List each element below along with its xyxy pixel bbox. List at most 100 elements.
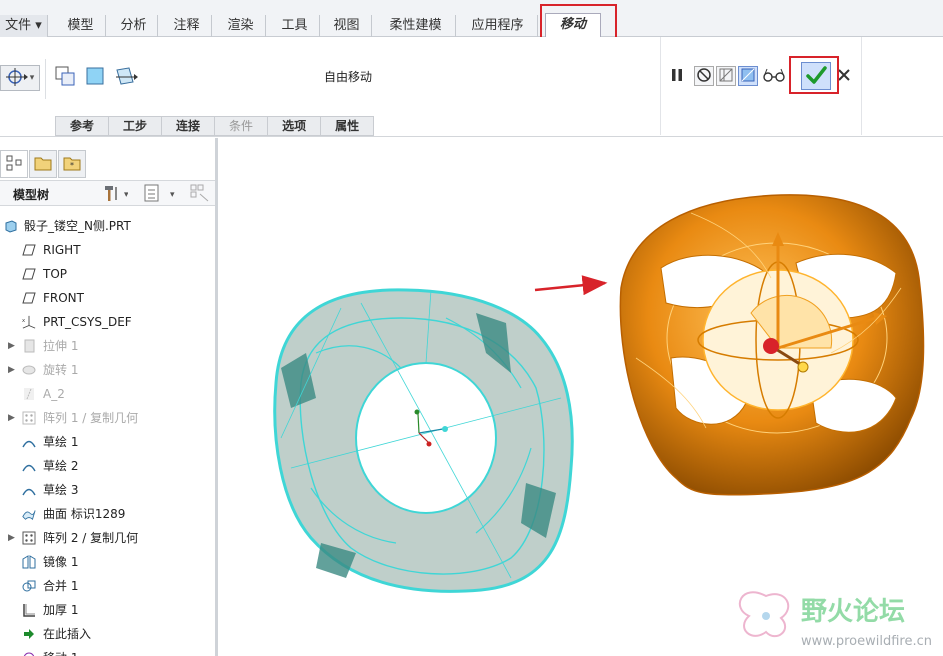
sketch-icon bbox=[22, 435, 36, 449]
verify-mode-button[interactable] bbox=[762, 66, 786, 86]
tab-model[interactable]: 模型 bbox=[56, 15, 106, 37]
tree-node-surface[interactable]: 曲面 标识1289 bbox=[0, 502, 215, 526]
tab-file[interactable]: 文件 ▾ bbox=[0, 15, 48, 37]
highlight-box-confirm bbox=[789, 56, 839, 94]
expand-arrow-icon[interactable]: ▶ bbox=[8, 526, 15, 550]
tree-icon bbox=[6, 155, 22, 174]
tab-annotate[interactable]: 注释 bbox=[162, 15, 212, 37]
favorites-folder-icon: * bbox=[63, 155, 81, 174]
watermark-url: www.proewildfire.cn bbox=[801, 634, 932, 649]
preview-button[interactable] bbox=[716, 66, 736, 86]
tree-node-right[interactable]: RIGHT bbox=[0, 238, 215, 262]
moved-body-orange[interactable] bbox=[619, 194, 925, 496]
tab-folder-browser[interactable] bbox=[29, 150, 57, 178]
tab-tools[interactable]: 工具 bbox=[270, 15, 320, 37]
subtab-steps[interactable]: 工步 bbox=[109, 116, 163, 136]
tab-favorites[interactable]: * bbox=[58, 150, 86, 178]
geometry-preview-button[interactable] bbox=[738, 66, 758, 86]
expand-arrow-icon[interactable]: ▶ bbox=[8, 406, 15, 430]
subtab-properties[interactable]: 属性 bbox=[321, 116, 375, 136]
hide-original-button[interactable] bbox=[113, 65, 139, 89]
tree-node-csys[interactable]: x PRT_CSYS_DEF bbox=[0, 310, 215, 334]
tab-flexible-modeling[interactable]: 柔性建模 bbox=[376, 15, 456, 37]
tree-node-part[interactable]: 骰子_镂空_N侧.PRT bbox=[0, 214, 215, 238]
dashboard-subtabs: 参考 工步 连接 条件 选项 属性 bbox=[55, 116, 375, 136]
move-type-dropdown[interactable]: ▾ bbox=[0, 65, 40, 91]
tree-settings-button[interactable]: ▾ bbox=[143, 184, 177, 205]
filter-grid-icon bbox=[190, 184, 210, 205]
tree-node-pattern-2[interactable]: ▶ 阵列 2 / 复制几何 bbox=[0, 526, 215, 550]
datum-plane-icon bbox=[22, 291, 36, 305]
surface-square-icon bbox=[84, 65, 106, 90]
part-icon bbox=[4, 219, 18, 233]
no-symbol-icon bbox=[696, 67, 712, 86]
datum-plane-icon bbox=[22, 243, 36, 257]
merge-icon bbox=[22, 579, 36, 593]
pause-icon bbox=[671, 68, 683, 85]
svg-text:*: * bbox=[70, 161, 74, 170]
tree-node-merge[interactable]: 合并 1 bbox=[0, 574, 215, 598]
tree-node-axis[interactable]: A_2 bbox=[0, 382, 215, 406]
sketch-icon bbox=[22, 459, 36, 473]
model-tree-title: 模型树 bbox=[13, 188, 50, 202]
folder-icon bbox=[34, 155, 52, 174]
subtab-connections[interactable]: 连接 bbox=[162, 116, 216, 136]
navigator-panel: * 模型树 ▾ ▾ 骰子_镂空_N侧.PRT RIGHT TOP FRONT x… bbox=[0, 138, 218, 656]
tree-node-thicken[interactable]: 加厚 1 bbox=[0, 598, 215, 622]
svg-text:▾: ▾ bbox=[124, 190, 128, 200]
navigator-tabs: * bbox=[0, 150, 87, 178]
csys-icon: x bbox=[22, 315, 36, 329]
pause-button[interactable] bbox=[668, 67, 686, 85]
forum-watermark-logo bbox=[738, 591, 790, 638]
subtab-conditions: 条件 bbox=[215, 116, 269, 136]
expand-arrow-icon[interactable]: ▶ bbox=[8, 334, 15, 358]
surface-icon bbox=[22, 507, 36, 521]
tree-node-pattern-1[interactable]: ▶ 阵列 1 / 复制几何 bbox=[0, 406, 215, 430]
watermark-title: 野火论坛 bbox=[801, 597, 905, 627]
close-icon bbox=[838, 68, 850, 84]
tree-tools-button[interactable]: ▾ bbox=[102, 184, 129, 205]
ribbon-tabbar: 文件 ▾ 模型 分析 注释 渲染 工具 视图 柔性建模 应用程序 移动 bbox=[0, 0, 943, 38]
tree-node-front[interactable]: FRONT bbox=[0, 286, 215, 310]
tree-node-revolve[interactable]: ▶ 旋转 1 bbox=[0, 358, 215, 382]
mode-label: 自由移动 bbox=[324, 70, 373, 84]
subtab-references[interactable]: 参考 bbox=[55, 116, 110, 136]
svg-text:x: x bbox=[22, 318, 25, 324]
revolve-icon bbox=[22, 363, 36, 377]
tab-analysis[interactable]: 分析 bbox=[110, 15, 158, 37]
tree-node-move[interactable]: 移动 1 bbox=[0, 646, 215, 656]
extrude-icon bbox=[22, 339, 36, 353]
tree-node-extrude[interactable]: ▶ 拉伸 1 bbox=[0, 334, 215, 358]
tree-node-insert-here[interactable]: 在此插入 bbox=[0, 622, 215, 646]
surface-button[interactable] bbox=[83, 65, 107, 89]
graphics-viewport[interactable]: 野火论坛 www.proewildfire.cn bbox=[221, 138, 943, 656]
move-direction-arrow bbox=[534, 275, 608, 296]
tree-node-sketch-1[interactable]: 草绘 1 bbox=[0, 430, 215, 454]
tree-node-top[interactable]: TOP bbox=[0, 262, 215, 286]
no-preview-button[interactable] bbox=[694, 66, 714, 86]
tab-model-tree[interactable] bbox=[0, 150, 28, 178]
tree-node-mirror[interactable]: 镜像 1 bbox=[0, 550, 215, 574]
move-icon bbox=[22, 651, 36, 656]
hammer-icon: ▾ bbox=[102, 186, 129, 205]
mirror-icon bbox=[22, 555, 36, 569]
tree-filter-button[interactable] bbox=[190, 184, 210, 205]
svg-text:▾: ▾ bbox=[170, 190, 175, 200]
overlap-squares-icon bbox=[54, 65, 76, 90]
list-settings-icon: ▾ bbox=[143, 184, 177, 205]
model-tree: 骰子_镂空_N侧.PRT RIGHT TOP FRONT x PRT_CSYS_… bbox=[0, 214, 215, 656]
tree-node-sketch-2[interactable]: 草绘 2 bbox=[0, 454, 215, 478]
chevron-down-icon: ▾ bbox=[29, 73, 35, 83]
dragger-icon bbox=[5, 67, 28, 90]
tab-view[interactable]: 视图 bbox=[322, 15, 372, 37]
pattern-icon bbox=[22, 411, 36, 425]
insert-arrow-icon bbox=[22, 627, 36, 641]
expand-arrow-icon[interactable]: ▶ bbox=[8, 358, 15, 382]
copy-geometry-button[interactable] bbox=[53, 65, 77, 89]
tab-render[interactable]: 渲染 bbox=[216, 15, 266, 37]
tree-node-sketch-3[interactable]: 草绘 3 bbox=[0, 478, 215, 502]
tab-applications[interactable]: 应用程序 bbox=[458, 15, 538, 37]
subtab-options[interactable]: 选项 bbox=[268, 116, 322, 136]
original-body-cyan[interactable] bbox=[273, 288, 574, 593]
ribbon-divider bbox=[45, 59, 46, 99]
